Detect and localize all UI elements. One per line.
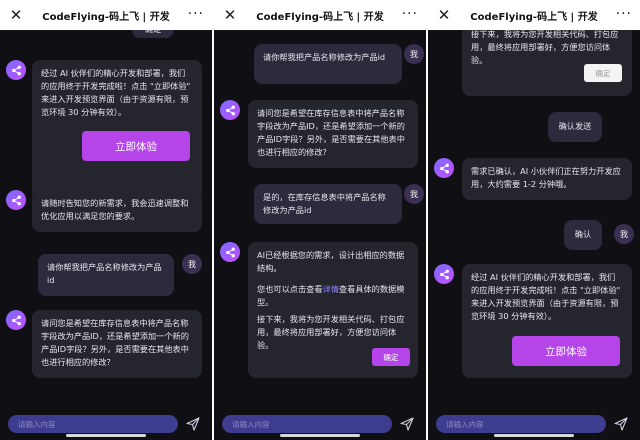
message-input[interactable]: 请输入内容 [222,415,392,433]
ai-message-text: 请问您是希望在库存信息表中将产品名称字段改为产品ID，还是希望添加一个新的产品I… [41,318,189,367]
share-icon [439,163,449,173]
ai-avatar [220,100,240,120]
ai-avatar [434,158,454,178]
chat-area[interactable]: 接下来，我将为您开发相关代码、打包应用，最终将应用部署好，方便您访问体验。 确定… [428,30,640,408]
ai-message-text: 经过 AI 伙伴们的精心开发和部署，我们的应用终于开发完成啦！点击 "立即体验"… [41,68,191,117]
ai-message-detail: 您也可以点击查看详情查看具体的数据模型。 [257,283,409,309]
ai-message: 需求已确认，AI 小伙伴们正在努力开发应用，大约需要 1-2 分钟哦。 [462,158,632,200]
ai-message-text: 请问您是希望在库存信息表中将产品名称字段改为产品ID，还是希望添加一个新的产品I… [257,108,405,157]
user-avatar: 我 [182,254,202,274]
phone-screen-2: ✕ CodeFlying-码上飞 | 开发 ··· 请你帮我把产品名称修改为产品… [214,0,426,440]
ai-message: 接下来，我将为您开发相关代码、打包应用，最终将应用部署好，方便您访问体验。 [462,30,632,96]
user-avatar-label: 我 [620,229,628,239]
ai-message: 请问您是希望在库存信息表中将产品名称字段改为产品ID，还是希望添加一个新的产品I… [32,310,202,378]
user-avatar-label: 我 [188,259,196,269]
ai-message: 请随时告知您的新需求，我会迅速调整和优化应用以满足您的要求。 [32,190,202,232]
try-now-label: 立即体验 [545,345,587,358]
message-input[interactable]: 请输入内容 [436,415,606,433]
phone-screen-1: ✕ CodeFlying-码上飞 | 开发 ··· 确定 经过 AI 伙伴们的精… [0,0,212,440]
input-placeholder: 请输入内容 [232,419,270,429]
input-placeholder: 请输入内容 [18,419,56,429]
confirm-label: 确定 [595,68,611,78]
share-icon [225,247,235,257]
confirm-button[interactable]: 确定 [372,348,410,366]
user-message-text: 请你帮我把产品名称修改为产品id [47,262,162,285]
ai-avatar [6,190,26,210]
ai-message: 经过 AI 伙伴们的精心开发和部署，我们的应用终于开发完成啦！点击 "立即体验"… [32,60,202,200]
user-message: 确认发送 [548,112,602,142]
more-icon[interactable]: ··· [616,6,632,22]
confirm-button-disabled: 确定 [584,64,622,82]
ai-message-text: 请随时告知您的新需求，我会迅速调整和优化应用以满足您的要求。 [41,198,189,221]
share-icon [225,105,235,115]
close-icon[interactable]: ✕ [222,7,238,23]
more-icon[interactable]: ··· [402,6,418,22]
send-icon[interactable] [400,417,414,431]
ai-message-text: 接下来，我将为您开发相关代码、打包应用，最终将应用部署好，方便您访问体验。 [257,314,405,350]
user-message: 请你帮我把产品名称修改为产品id [38,254,174,296]
share-icon [11,65,21,75]
chat-area[interactable]: 确定 经过 AI 伙伴们的精心开发和部署，我们的应用终于开发完成啦！点击 "立即… [0,30,212,408]
phone-screen-3: ✕ CodeFlying-码上飞 | 开发 ··· 接下来，我将为您开发相关代码… [428,0,640,440]
user-avatar: 我 [614,224,634,244]
ai-message: 请问您是希望在库存信息表中将产品名称字段改为产品ID，还是希望添加一个新的产品I… [248,100,418,168]
app-header: ✕ CodeFlying-码上飞 | 开发 ··· [428,0,640,30]
user-message-text: 是的，在库存信息表中将产品名称修改为产品id [263,192,386,215]
ai-avatar [6,310,26,330]
user-message-text: 确认 [574,229,592,239]
share-icon [11,195,21,205]
ai-avatar [220,242,240,262]
message-input[interactable]: 请输入内容 [8,415,178,433]
confirm-bubble: 确定 [132,30,174,38]
send-icon[interactable] [614,417,628,431]
app-header: ✕ CodeFlying-码上飞 | 开发 ··· [214,0,426,30]
user-message: 确认 [564,220,602,250]
ai-avatar [434,264,454,284]
page-title: CodeFlying-码上飞 | 开发 [256,11,384,23]
chat-area[interactable]: 请你帮我把产品名称修改为产品id 我 请问您是希望在库存信息表中将产品名称字段改… [214,30,426,408]
ai-detail-prefix: 您也可以点击查看 [257,284,323,294]
page-title: CodeFlying-码上飞 | 开发 [470,11,598,23]
user-avatar-label: 我 [410,189,418,199]
user-message: 请你帮我把产品名称修改为产品id [254,44,402,84]
user-avatar: 我 [404,184,424,204]
share-icon [11,315,21,325]
share-icon [439,269,449,279]
confirm-label: 确定 [145,30,161,34]
ai-message-text: 经过 AI 伙伴们的精心开发和部署，我们的应用终于开发完成啦！点击 "立即体验"… [471,272,621,321]
ai-message-text: 需求已确认，AI 小伙伴们正在努力开发应用，大约需要 1-2 分钟哦。 [471,166,621,189]
page-title: CodeFlying-码上飞 | 开发 [42,11,170,23]
close-icon[interactable]: ✕ [8,7,24,23]
user-message: 是的，在库存信息表中将产品名称修改为产品id [254,184,402,224]
user-avatar-label: 我 [410,49,418,59]
home-indicator [494,434,574,437]
home-indicator [66,434,146,437]
ai-avatar [6,60,26,80]
user-message-text: 请你帮我把产品名称修改为产品id [263,52,386,62]
input-placeholder: 请输入内容 [446,419,484,429]
confirm-label: 确定 [383,352,399,362]
more-icon[interactable]: ··· [188,6,204,22]
user-message-text: 确认发送 [558,121,592,131]
try-now-button[interactable]: 立即体验 [512,336,620,366]
home-indicator [280,434,360,437]
app-header: ✕ CodeFlying-码上飞 | 开发 ··· [0,0,212,30]
ai-message-text: 接下来，我将为您开发相关代码、打包应用，最终将应用部署好，方便您访问体验。 [471,30,619,65]
try-now-label: 立即体验 [115,140,157,153]
close-icon[interactable]: ✕ [436,7,452,23]
send-icon[interactable] [186,417,200,431]
ai-message-text: AI已经根据您的需求，设计出相应的数据结构。 [257,250,405,273]
try-now-button[interactable]: 立即体验 [82,131,190,161]
user-avatar: 我 [404,44,424,64]
details-link[interactable]: 详情 [323,284,339,294]
